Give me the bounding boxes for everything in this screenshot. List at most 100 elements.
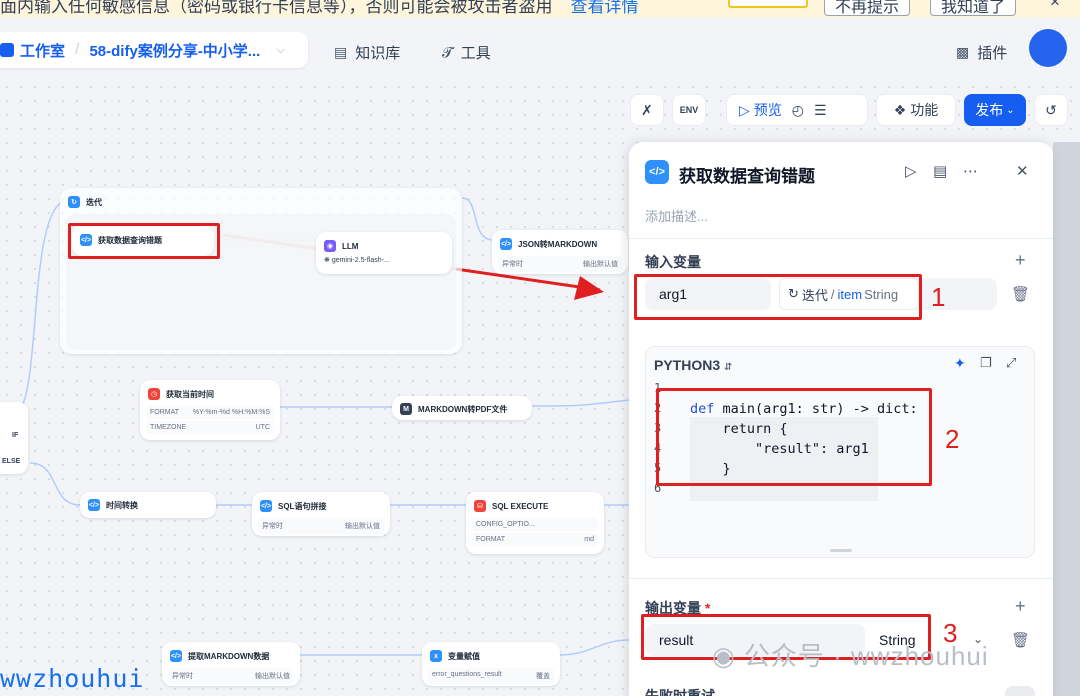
extract-row-left: 异常时	[172, 673, 193, 680]
annotation-box-1	[634, 274, 922, 320]
copy-icon[interactable]: ❐	[980, 355, 992, 371]
node-assign-variable[interactable]: x 变量赋值 error_questions_result 覆盖	[422, 642, 560, 686]
node-sql-exec-label: SQL EXECUTE	[492, 501, 549, 511]
database-icon: ⛁	[474, 500, 486, 512]
code-icon: </>	[88, 499, 100, 511]
tool-icon: 𝓣	[442, 44, 453, 60]
sql-concat-row: 异常时 输出默认值	[258, 518, 384, 534]
no-remind-button[interactable]: 不再提示	[824, 0, 911, 16]
history-icon[interactable]: ◴	[792, 102, 804, 119]
panel-title: 获取数据查询错题	[679, 167, 815, 186]
banner-message: 面内输入任何敏感信息（密码或银行卡信息等），否则可能会被攻击者盗用 查看详情	[0, 0, 639, 17]
node-json-markdown[interactable]: </> JSON转MARKDOWN 异常时 输出默认值	[492, 230, 628, 274]
node-md-pdf-title: M MARKDOWN转PDF文件	[392, 396, 532, 419]
play-icon[interactable]: ▷	[739, 102, 750, 119]
code-icon: </>	[500, 238, 512, 250]
clear-variable-icon[interactable]: ✗	[630, 94, 664, 126]
time-format-label: FORMAT	[150, 409, 180, 416]
if-label: IF	[12, 432, 19, 439]
env-button[interactable]: ENV	[672, 94, 706, 126]
code-lang-label: PYTHON3	[654, 357, 721, 373]
assign-row-left: error_questions_result	[432, 671, 502, 678]
json-md-row-left: 异常时	[502, 261, 523, 268]
time-tz-value: UTC	[255, 424, 270, 431]
code-language-select[interactable]: PYTHON3 ⇵	[654, 357, 732, 373]
node-llm-title: ◉ LLM	[316, 232, 452, 256]
extract-row: 异常时 输出默认值	[168, 668, 294, 684]
time-format-row: FORMAT %Y-%m-%d %H:%M:%S	[146, 406, 274, 419]
annotation-box-node	[68, 223, 220, 259]
run-icon[interactable]: ▷	[905, 162, 917, 180]
node-assign-title: x 变量赋值	[422, 642, 560, 666]
add-input-icon[interactable]: +	[1015, 250, 1026, 271]
node-time-convert[interactable]: </> 时间转换	[80, 492, 216, 518]
banner-text: 面内输入任何敏感信息（密码或银行卡信息等），否则可能会被攻击者盗用	[0, 0, 553, 16]
publish-label: 发布	[975, 102, 1004, 118]
description-input[interactable]: 添加描述...	[645, 206, 708, 225]
clock-icon: ◷	[148, 388, 160, 400]
restore-history-icon[interactable]: ↺	[1034, 94, 1068, 126]
banner-close-icon[interactable]: ×	[1050, 0, 1060, 12]
sql-exec-row2-value: md	[584, 536, 594, 543]
assign-row-right: 覆盖	[536, 673, 550, 680]
node-llm[interactable]: ◉ LLM ❋ gemini-2.5-flash-...	[316, 232, 452, 274]
trash-icon[interactable]: 🗑	[1011, 631, 1030, 649]
warning-banner: 面内输入任何敏感信息（密码或银行卡信息等），否则可能会被攻击者盗用 查看详情 不再…	[0, 0, 1080, 18]
book-icon[interactable]: ▤	[933, 162, 947, 180]
checklist-icon[interactable]: ☰	[814, 102, 827, 119]
preview-button[interactable]: 预览	[754, 100, 782, 120]
node-json-md-label: JSON转MARKDOWN	[518, 239, 598, 249]
time-format-value: %Y-%m-%d %H:%M:%S	[192, 409, 270, 416]
breadcrumb-studio[interactable]: 工作室	[20, 40, 65, 61]
robot-icon	[0, 43, 14, 57]
close-icon[interactable]: ✕	[1016, 162, 1029, 180]
sql-exec-row2-label: FORMAT	[476, 536, 506, 543]
nav-tools[interactable]: 𝓣 工具	[442, 42, 491, 63]
retry-on-fail-heading: 失败时重试	[645, 688, 715, 696]
resize-handle[interactable]	[830, 549, 852, 552]
markdown-icon: M	[400, 403, 412, 415]
node-sql-exec-title: ⛁ SQL EXECUTE	[466, 492, 604, 516]
top-nav: 工作室 / 58-dify案例分享-中小学... ⌵ ▤ 知识库 𝓣 工具 ▩ …	[0, 18, 1080, 80]
iteration-label: 迭代	[86, 197, 102, 207]
avatar[interactable]	[1029, 29, 1067, 67]
expand-icon[interactable]: ⤢	[1006, 355, 1016, 371]
node-json-md-title: </> JSON转MARKDOWN	[492, 230, 628, 254]
trash-icon[interactable]: 🗑	[1011, 285, 1030, 303]
nav-knowledge[interactable]: ▤ 知识库	[334, 42, 400, 63]
node-current-time[interactable]: ◷ 获取当前时间 FORMAT %Y-%m-%d %H:%M:%S TIMEZON…	[140, 380, 280, 440]
node-sql-concat[interactable]: </> SQL语句拼接 异常时 输出默认值	[252, 492, 390, 536]
breadcrumb-app[interactable]: 58-dify案例分享-中小学...	[89, 40, 260, 61]
annotation-box-2	[656, 388, 932, 486]
node-sql-execute[interactable]: ⛁ SQL EXECUTE CONFIG_OPTIO... FORMAT md	[466, 492, 604, 554]
node-extract-markdown[interactable]: </> 提取MARKDOWN数据 异常时 输出默认值	[162, 642, 300, 686]
node-time-convert-title: </> 时间转换	[80, 492, 216, 515]
sql-concat-row-left: 异常时	[262, 523, 283, 530]
publish-button[interactable]: 发布 ⌄	[964, 94, 1026, 126]
chevron-updown-icon: ⇵	[724, 362, 733, 373]
add-output-icon[interactable]: +	[1015, 596, 1026, 617]
assign-row: error_questions_result 覆盖	[428, 668, 554, 684]
features-label: 功能	[910, 102, 939, 118]
node-time-convert-label: 时间转换	[106, 500, 138, 510]
retry-toggle[interactable]	[1005, 686, 1035, 696]
llm-model-label: gemini-2.5-flash-...	[331, 257, 390, 264]
code-icon: </>	[170, 650, 182, 662]
panel-scrollbar[interactable]	[1053, 142, 1080, 696]
nav-plugins[interactable]: ▩ 插件	[956, 42, 1007, 63]
nav-tools-label: 工具	[460, 45, 491, 62]
node-md-to-pdf[interactable]: M MARKDOWN转PDF文件	[392, 396, 532, 420]
node-assign-label: 变量赋值	[448, 651, 480, 661]
breadcrumb-separator: /	[75, 41, 80, 58]
node-time-label: 获取当前时间	[166, 389, 214, 399]
got-it-button[interactable]: 我知道了	[930, 0, 1017, 16]
book-icon: ▤	[334, 44, 348, 60]
cube-icon: ▩	[956, 44, 970, 60]
sql-exec-row-2: FORMAT md	[472, 533, 598, 546]
variable-icon: x	[430, 650, 442, 662]
banner-details-link[interactable]: 查看详情	[571, 0, 639, 16]
sparkle-icon[interactable]: ✦	[954, 355, 966, 372]
chevron-down-icon[interactable]: ⌵	[276, 44, 284, 57]
more-icon[interactable]: ⋯	[963, 162, 978, 180]
features-button[interactable]: ❖ 功能	[876, 94, 956, 126]
